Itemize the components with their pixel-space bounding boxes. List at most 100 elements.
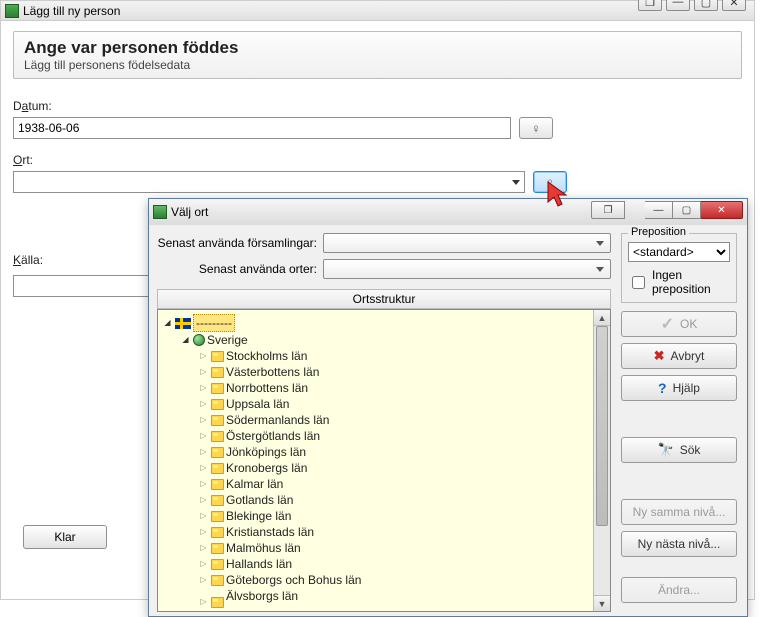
- search-button[interactable]: 🔭Sök: [621, 437, 737, 463]
- tree-node[interactable]: Hallands län: [160, 556, 608, 572]
- tree-node-label: Kalmar län: [226, 476, 283, 492]
- place-tree[interactable]: ---------Sverige Stockholms län Västerbo…: [157, 309, 611, 612]
- tree-node[interactable]: Kristianstads län: [160, 524, 608, 540]
- cancel-button[interactable]: ✖Avbryt: [621, 343, 737, 369]
- check-icon: ✓: [661, 314, 674, 334]
- tree-node-label: Älvsborgs län: [226, 588, 298, 612]
- expander-icon[interactable]: [198, 575, 209, 586]
- expander-icon[interactable]: [198, 511, 209, 522]
- tree-node[interactable]: Göteborgs och Bohus län: [160, 572, 608, 588]
- help-button[interactable]: ?Hjälp: [621, 375, 737, 401]
- page-title: Ange var personen föddes: [24, 38, 731, 58]
- expander-icon[interactable]: [198, 479, 209, 490]
- preposition-select[interactable]: <standard>: [628, 242, 730, 262]
- recent-parishes-combo[interactable]: [323, 233, 611, 253]
- tree-node-label: Kristianstads län: [226, 524, 314, 540]
- scroll-down-icon[interactable]: ▼: [594, 595, 610, 611]
- folder-icon: [211, 431, 224, 442]
- dialog-titlebar[interactable]: Välj ort ❐ ― ▢ ✕: [149, 199, 747, 225]
- folder-icon: [211, 463, 224, 474]
- folder-icon: [211, 597, 224, 608]
- expander-icon[interactable]: [198, 559, 209, 570]
- close-icon: ✖: [654, 348, 665, 364]
- tree-node[interactable]: Östergötlands län: [160, 428, 608, 444]
- wizard-header: Ange var personen föddes Lägg till perso…: [13, 31, 742, 79]
- tree-node-label: Uppsala län: [226, 396, 289, 412]
- tree-node[interactable]: Älvsborgs län: [160, 588, 608, 612]
- expander-icon[interactable]: [198, 383, 209, 394]
- new-next-level-button[interactable]: Ny nästa nivå...: [621, 531, 737, 557]
- expander-icon[interactable]: [198, 431, 209, 442]
- tree-node-label: Sverige: [207, 332, 248, 348]
- tree-node-label: Stockholms län: [226, 348, 307, 364]
- tree-node[interactable]: Gotlands län: [160, 492, 608, 508]
- place-picker-button[interactable]: ♀: [533, 171, 567, 193]
- folder-icon: [211, 559, 224, 570]
- folder-icon: [211, 575, 224, 586]
- done-button[interactable]: Klar: [23, 525, 107, 549]
- expander-icon[interactable]: [198, 495, 209, 506]
- expander-icon[interactable]: [198, 367, 209, 378]
- expander-icon[interactable]: [198, 527, 209, 538]
- date-label: Datum:: [13, 99, 742, 113]
- window-btn-tool-icon[interactable]: ❐: [591, 201, 625, 219]
- globe-icon: [193, 334, 205, 346]
- tree-node-label: Jönköpings län: [226, 444, 306, 460]
- tree-node[interactable]: Kalmar län: [160, 476, 608, 492]
- expander-icon[interactable]: [198, 351, 209, 362]
- edit-button[interactable]: Ändra...: [621, 577, 737, 603]
- new-same-level-button[interactable]: Ny samma nivå...: [621, 499, 737, 525]
- window-btn-close-icon[interactable]: ✕: [701, 201, 743, 219]
- recent-places-label: Senast använda orter:: [157, 262, 317, 276]
- date-hint-button[interactable]: ♀: [519, 117, 553, 139]
- scroll-thumb[interactable]: [596, 326, 608, 526]
- tree-scrollbar[interactable]: ▲ ▼: [593, 310, 610, 611]
- recent-places-combo[interactable]: [323, 259, 611, 279]
- expander-icon[interactable]: [198, 415, 209, 426]
- tree-node[interactable]: Jönköpings län: [160, 444, 608, 460]
- tree-node[interactable]: Norrbottens län: [160, 380, 608, 396]
- expander-icon[interactable]: [198, 399, 209, 410]
- tree-node[interactable]: Malmöhus län: [160, 540, 608, 556]
- window-btn-minimize-icon[interactable]: ―: [666, 0, 690, 11]
- window-btn-restore-icon[interactable]: ❐: [638, 0, 662, 11]
- ok-button[interactable]: ✓OK: [621, 311, 737, 337]
- window-btn-maximize-icon[interactable]: ▢: [673, 201, 701, 219]
- tree-node-label: Östergötlands län: [226, 428, 320, 444]
- expander-icon[interactable]: [198, 543, 209, 554]
- folder-icon: [211, 527, 224, 538]
- window-btn-minimize-icon[interactable]: ―: [645, 201, 673, 219]
- preposition-legend: Preposition: [628, 226, 689, 238]
- window-btn-close-icon[interactable]: ✕: [722, 0, 746, 11]
- tree-node-label: Västerbottens län: [226, 364, 319, 380]
- scroll-up-icon[interactable]: ▲: [594, 310, 610, 326]
- window-btn-maximize-icon[interactable]: ▢: [694, 0, 718, 11]
- expander-icon[interactable]: [198, 447, 209, 458]
- tree-node[interactable]: Stockholms län: [160, 348, 608, 364]
- tree-node[interactable]: Uppsala län: [160, 396, 608, 412]
- tree-node[interactable]: Kronobergs län: [160, 460, 608, 476]
- preposition-group: Preposition <standard> Ingen preposition: [621, 233, 737, 303]
- tree-node-label: ---------: [193, 314, 235, 332]
- dialog-title-text: Välj ort: [171, 205, 208, 219]
- tree-node[interactable]: Södermanlands län: [160, 412, 608, 428]
- folder-icon: [211, 543, 224, 554]
- no-preposition-input[interactable]: [632, 276, 645, 289]
- dialog-icon: [153, 205, 167, 219]
- date-input[interactable]: [13, 117, 511, 139]
- expander-icon[interactable]: [180, 335, 191, 346]
- tree-node[interactable]: Blekinge län: [160, 508, 608, 524]
- tree-node-label: Hallands län: [226, 556, 292, 572]
- tree-node-label: Södermanlands län: [226, 412, 329, 428]
- folder-icon: [211, 479, 224, 490]
- tree-node-label: Gotlands län: [226, 492, 293, 508]
- no-preposition-checkbox[interactable]: Ingen preposition: [628, 268, 730, 296]
- place-combo[interactable]: [13, 171, 525, 193]
- expander-icon[interactable]: [198, 597, 209, 608]
- tree-node[interactable]: Västerbottens län: [160, 364, 608, 380]
- page-subtitle: Lägg till personens födelsedata: [24, 58, 731, 72]
- expander-icon[interactable]: [198, 463, 209, 474]
- expander-icon[interactable]: [162, 318, 173, 329]
- tree-node[interactable]: Sverige: [160, 332, 608, 348]
- tree-node[interactable]: ---------: [160, 314, 608, 332]
